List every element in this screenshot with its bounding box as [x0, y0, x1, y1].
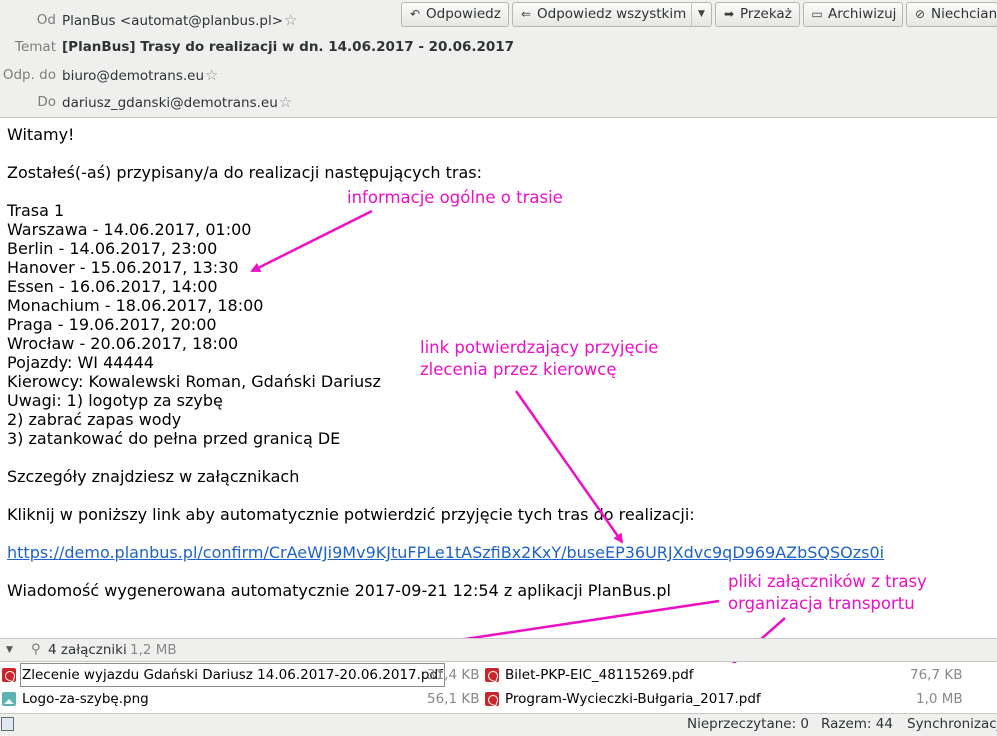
to-address[interactable]: dariusz_gdanski@demotrans.eu	[62, 95, 278, 111]
annotation-link-info-1: link potwierdzający przyjęcie	[420, 338, 659, 357]
attachments-bar[interactable]: ▼ ⚲ 4 załączniki 1,2 MB	[0, 638, 997, 662]
status-sync: Synchronizacja	[907, 716, 997, 732]
junk-button[interactable]: ⊘ Niechciana	[906, 2, 997, 27]
from-label: Od	[36, 12, 56, 28]
reply-label: Odpowiedz	[426, 6, 501, 22]
route-stop: Essen - 16.06.2017, 14:00	[7, 277, 218, 296]
status-bar: Nieprzeczytane: 0 Razem: 44 Synchronizac…	[0, 713, 997, 736]
pdf-icon	[485, 668, 499, 682]
annotation-route-info: informacje ogólne o trasie	[347, 188, 563, 207]
attachments-total-size: 1,2 MB	[130, 642, 177, 658]
message-header: Od PlanBus <automat@planbus.pl>☆ Temat […	[0, 0, 997, 118]
reply-all-button[interactable]: ⇐ Odpowiedz wszystkim ▼	[512, 2, 712, 27]
attachment-size: 76,7 KB	[910, 667, 963, 683]
route-stop: Praga - 19.06.2017, 20:00	[7, 315, 217, 334]
junk-block-icon: ⊘	[914, 7, 926, 21]
attachment-name: Zlecenie wyjazdu Gdański Dariusz 14.06.2…	[20, 663, 445, 687]
star-icon[interactable]: ☆	[279, 89, 292, 115]
intro-text: Zostałeś(-aś) przypisany/a do realizacji…	[7, 163, 482, 182]
reply-arrow-icon: ↶	[409, 7, 421, 21]
replyto-label: Odp. do	[2, 67, 56, 83]
attachment-size: 31,4 KB	[427, 667, 480, 683]
image-icon	[2, 692, 16, 706]
reply-all-arrow-icon: ⇐	[520, 7, 532, 21]
chevron-down-icon[interactable]: ▼	[691, 3, 711, 26]
annotation-link-info-2: zlecenia przez kierowcę	[420, 360, 617, 379]
attachment-name: Bilet-PKP-EIC_48115269.pdf	[505, 667, 694, 683]
to-label: Do	[37, 94, 56, 110]
attachment-name: Logo-za-szybę.png	[22, 691, 149, 707]
details-line: Szczegóły znajdziesz w załącznikach	[7, 467, 300, 486]
to-value[interactable]: dariusz_gdanski@demotrans.eu☆	[62, 89, 292, 116]
annotation-files-info-2: organizacja transportu	[728, 594, 915, 613]
attachment-item[interactable]: Zlecenie wyjazdu Gdański Dariusz 14.06.2…	[0, 663, 480, 687]
star-icon[interactable]: ☆	[205, 62, 218, 88]
pdf-icon	[2, 668, 16, 682]
replyto-value[interactable]: biuro@demotrans.eu☆	[62, 62, 219, 89]
star-icon[interactable]: ☆	[284, 7, 297, 33]
archive-label: Archiwizuj	[828, 6, 897, 22]
replyto-row: Odp. do biuro@demotrans.eu☆	[0, 62, 997, 88]
subject-value: [PlanBus] Trasy do realizacji w dn. 14.0…	[62, 39, 515, 55]
pdf-icon	[485, 692, 499, 706]
junk-label: Niechciana	[931, 6, 997, 22]
status-total: Razem: 44	[821, 716, 893, 732]
notes-line: Uwagi: 1) logotyp za szybę	[7, 391, 223, 410]
archive-box-icon: ▭	[811, 7, 823, 21]
attachment-item[interactable]: Logo-za-szybę.png 56,1 KB	[0, 687, 480, 711]
subject-label: Temat	[15, 39, 56, 55]
confirm-link[interactable]: https://demo.planbus.pl/confirm/CrAeWJi9…	[7, 543, 884, 562]
route-stop: Monachium - 18.06.2017, 18:00	[7, 296, 264, 315]
notes-line: 3) zatankować do pełna przed granicą DE	[7, 429, 341, 448]
route-stop: Warszawa - 14.06.2017, 01:00	[7, 220, 252, 239]
attachments-count: 4 załączniki	[48, 642, 127, 658]
attachment-name: Program-Wycieczki-Bułgaria_2017.pdf	[505, 691, 761, 707]
paperclip-icon: ⚲	[31, 642, 41, 657]
click-info-line: Kliknij w poniższy link aby automatyczni…	[7, 505, 695, 524]
reply-all-label: Odpowiedz wszystkim	[537, 6, 687, 22]
from-address[interactable]: PlanBus <automat@planbus.pl>	[62, 13, 283, 29]
attachment-size: 1,0 MB	[916, 691, 963, 707]
subject-row: Temat [PlanBus] Trasy do realizacji w dn…	[0, 34, 997, 60]
route-stop: Hanover - 15.06.2017, 13:30	[7, 258, 239, 277]
collapse-triangle-icon[interactable]: ▼	[6, 639, 13, 661]
status-unread: Nieprzeczytane: 0	[687, 716, 810, 732]
greeting: Witamy!	[7, 125, 75, 144]
archive-button[interactable]: ▭ Archiwizuj	[803, 2, 903, 27]
forward-button[interactable]: ➡ Przekaż	[715, 2, 800, 27]
to-row: Do dariusz_gdanski@demotrans.eu☆	[0, 89, 997, 115]
forward-label: Przekaż	[740, 6, 792, 22]
from-value[interactable]: PlanBus <automat@planbus.pl>☆	[62, 7, 297, 34]
attachments-list: Zlecenie wyjazdu Gdański Dariusz 14.06.2…	[0, 663, 997, 713]
attachment-size: 56,1 KB	[427, 691, 480, 707]
forward-arrow-icon: ➡	[723, 7, 735, 21]
route-stop: Berlin - 14.06.2017, 23:00	[7, 239, 218, 258]
attachment-item[interactable]: Program-Wycieczki-Bułgaria_2017.pdf 1,0 …	[483, 687, 963, 711]
reply-button[interactable]: ↶ Odpowiedz	[401, 2, 509, 27]
notes-line: 2) zabrać zapas wody	[7, 410, 182, 429]
window-icon[interactable]	[1, 717, 14, 731]
replyto-address[interactable]: biuro@demotrans.eu	[62, 68, 204, 84]
annotation-files-info-1: pliki załączników z trasy	[728, 572, 927, 591]
attachment-item[interactable]: Bilet-PKP-EIC_48115269.pdf 76,7 KB	[483, 663, 963, 687]
